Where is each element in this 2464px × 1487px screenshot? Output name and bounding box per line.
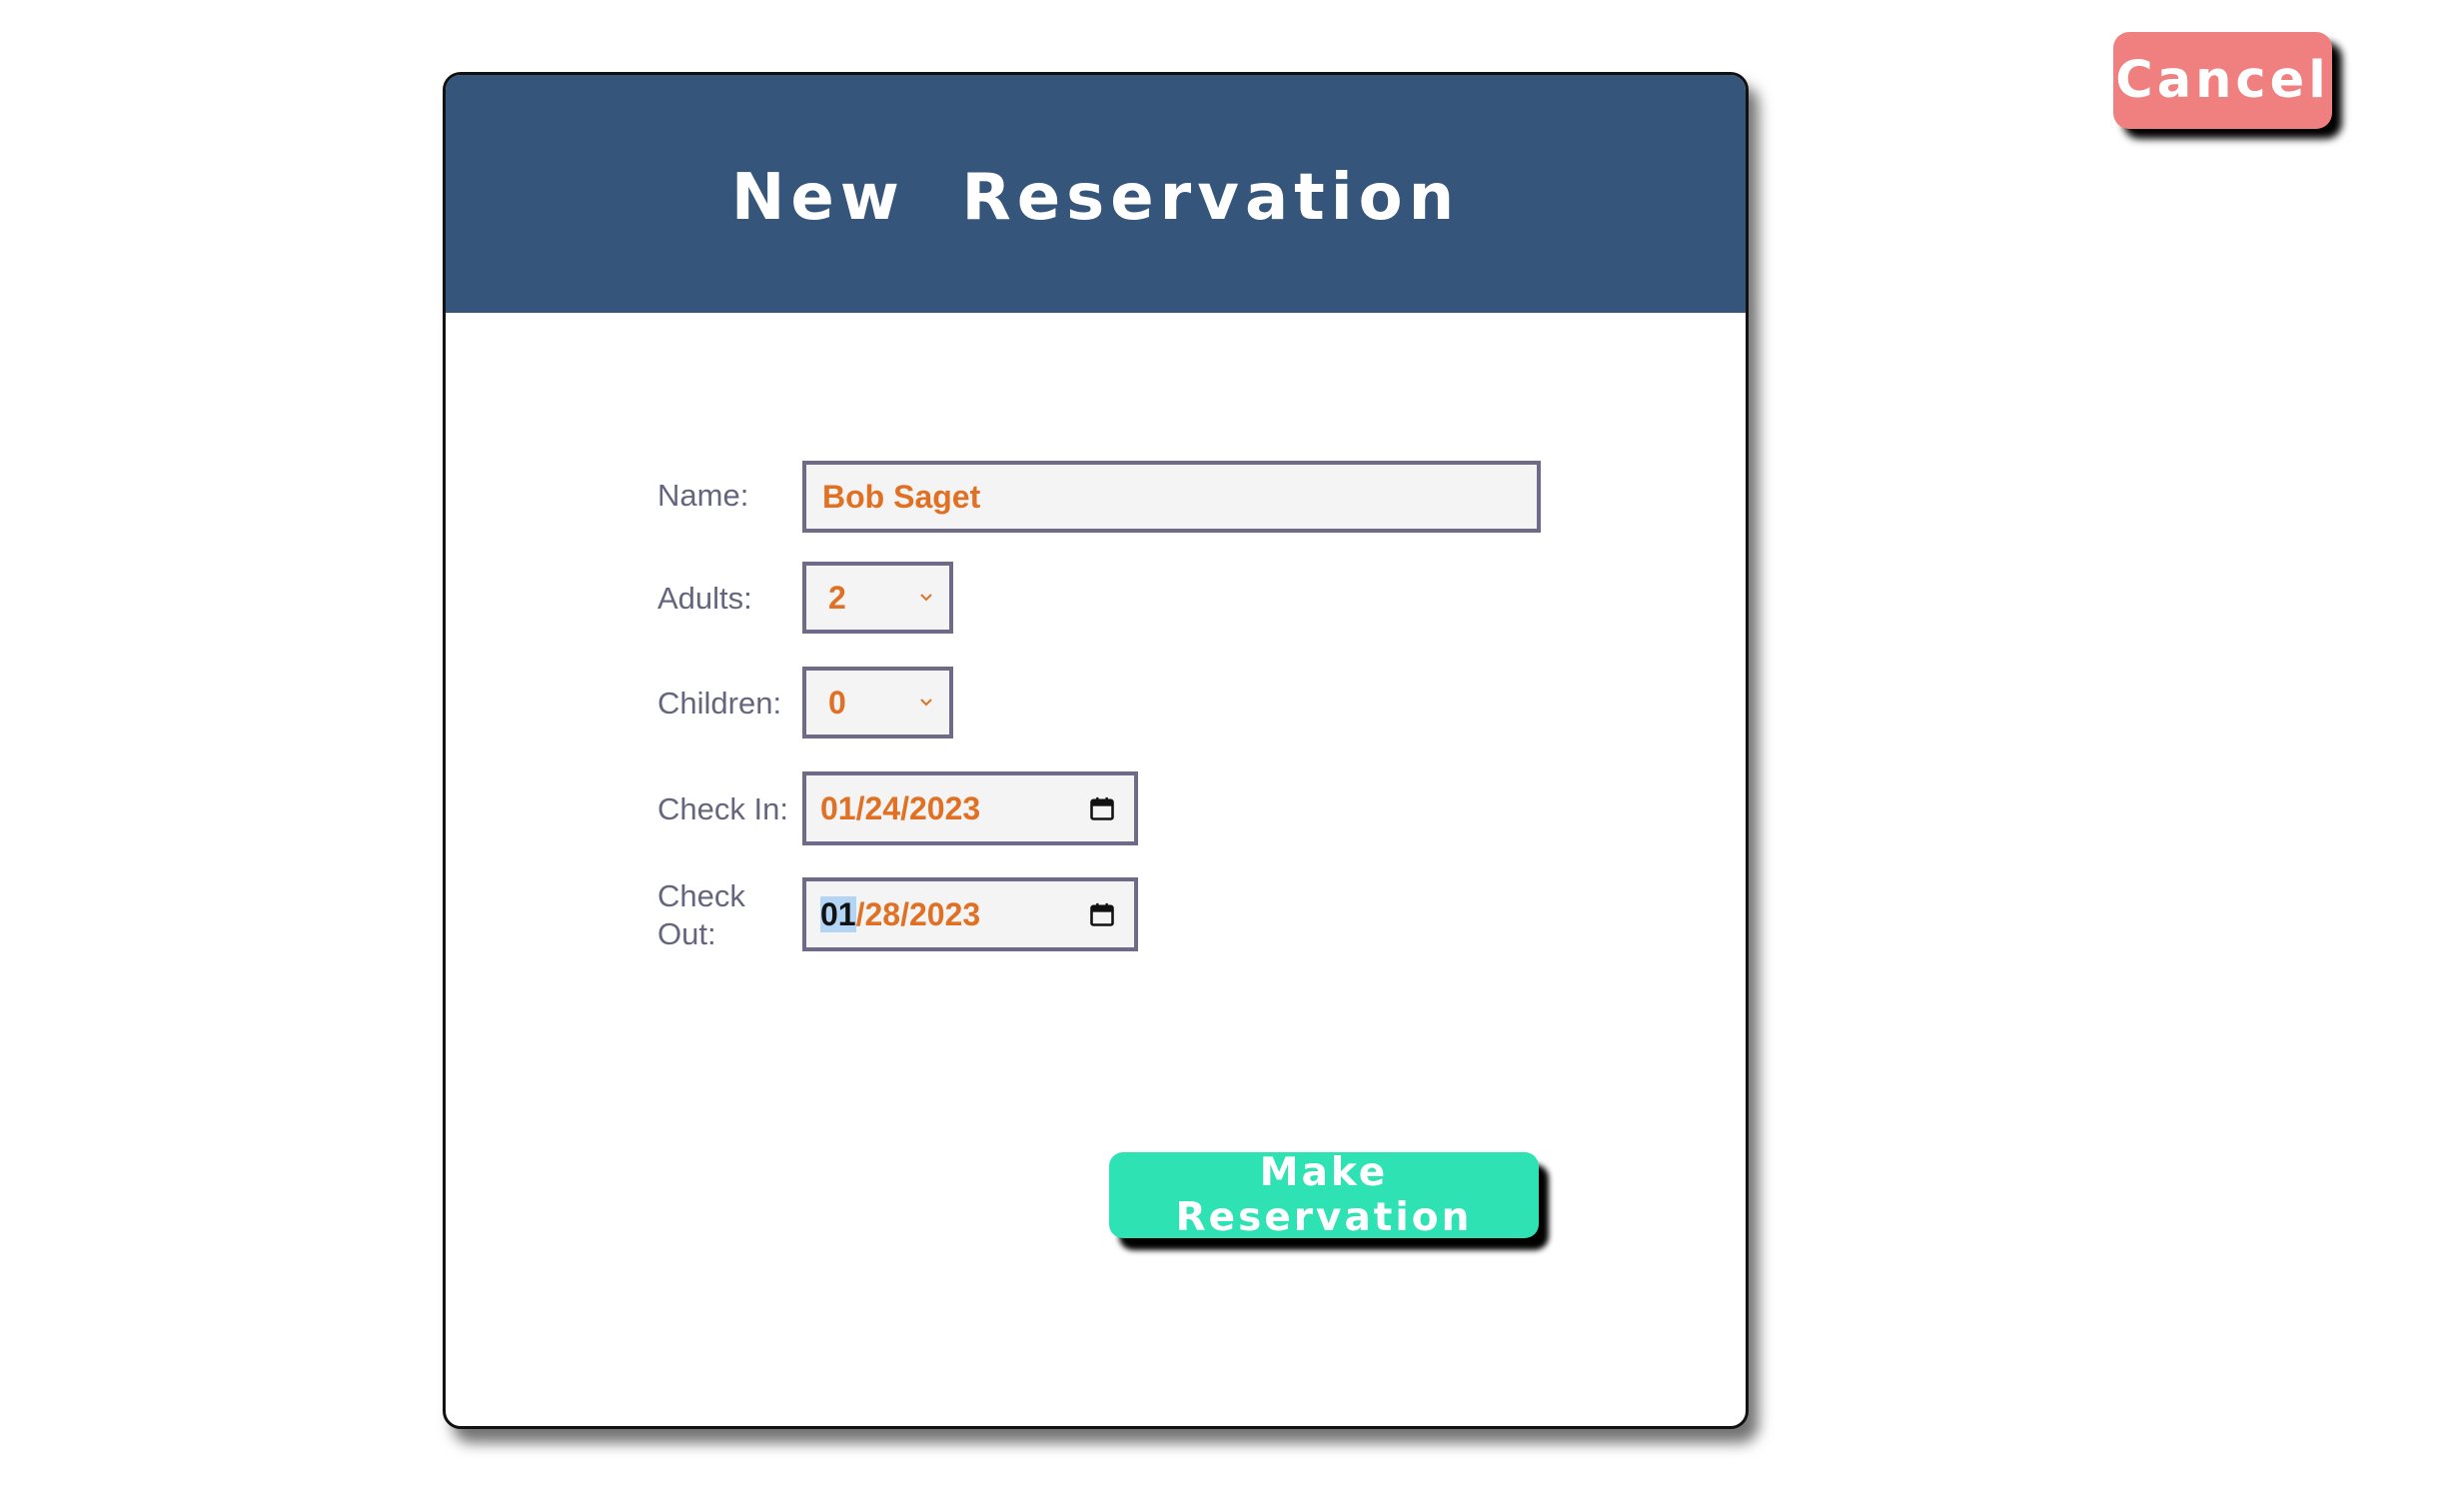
name-label: Name:: [657, 478, 749, 513]
make-reservation-button[interactable]: Make Reservation: [1109, 1150, 1539, 1240]
check-out-label-line1: Check: [657, 878, 745, 913]
children-select[interactable]: 0: [802, 667, 953, 739]
name-input-value: Bob Saget: [822, 478, 981, 515]
adults-label: Adults:: [657, 581, 752, 616]
page-title: New Reservation: [730, 161, 1461, 235]
check-in-date-input[interactable]: 01/24/2023: [802, 771, 1138, 845]
chevron-down-icon: [920, 699, 932, 707]
calendar-icon[interactable]: [1088, 794, 1116, 822]
cancel-button[interactable]: Cancel: [2113, 32, 2332, 129]
check-out-value-rest: /28/2023: [855, 895, 981, 932]
chevron-down-icon: [920, 594, 932, 602]
adults-select-value: 2: [828, 579, 846, 616]
reservation-card: New Reservation Name: Bob Saget Adults: …: [443, 72, 1749, 1429]
check-in-label: Check In:: [657, 791, 788, 826]
name-input[interactable]: Bob Saget: [802, 461, 1541, 533]
children-select-value: 0: [828, 684, 846, 721]
check-in-value: 01/24/2023: [820, 789, 981, 826]
card-header: New Reservation: [446, 75, 1746, 313]
check-out-label: Check Out:: [657, 877, 745, 953]
check-out-date-input[interactable]: 01/28/2023: [802, 877, 1138, 951]
adults-select[interactable]: 2: [802, 562, 953, 634]
check-out-label-line2: Out:: [657, 916, 716, 951]
calendar-icon[interactable]: [1088, 900, 1116, 928]
children-label: Children:: [657, 686, 782, 721]
check-out-month-segment[interactable]: 01: [820, 895, 856, 932]
check-out-value: 01/28/2023: [820, 895, 981, 933]
